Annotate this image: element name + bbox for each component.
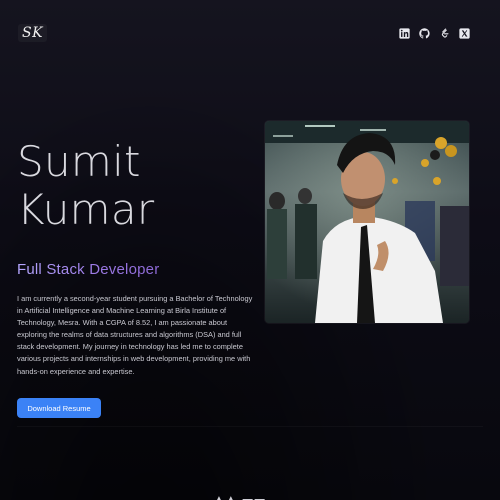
last-name: Kumar [17,185,155,234]
linkedin-icon[interactable] [399,27,410,39]
x-twitter-icon[interactable] [459,27,470,39]
github-icon[interactable] [419,27,430,39]
next-section-heading-peek: ▲▲ ▬▬ [214,494,267,500]
social-links [399,27,470,39]
first-name: Sumit [17,137,141,186]
profile-photo [265,121,469,323]
download-resume-button[interactable]: Download Resume [17,398,101,418]
hero-name: Sumit Kumar [17,138,155,234]
top-nav: SK [18,22,470,44]
section-divider [17,426,483,427]
bio-paragraph: I am currently a second-year student pur… [17,294,253,376]
role-title: Full Stack Developer [17,261,160,278]
site-logo[interactable]: SK [18,24,48,42]
leetcode-icon[interactable] [439,27,450,39]
